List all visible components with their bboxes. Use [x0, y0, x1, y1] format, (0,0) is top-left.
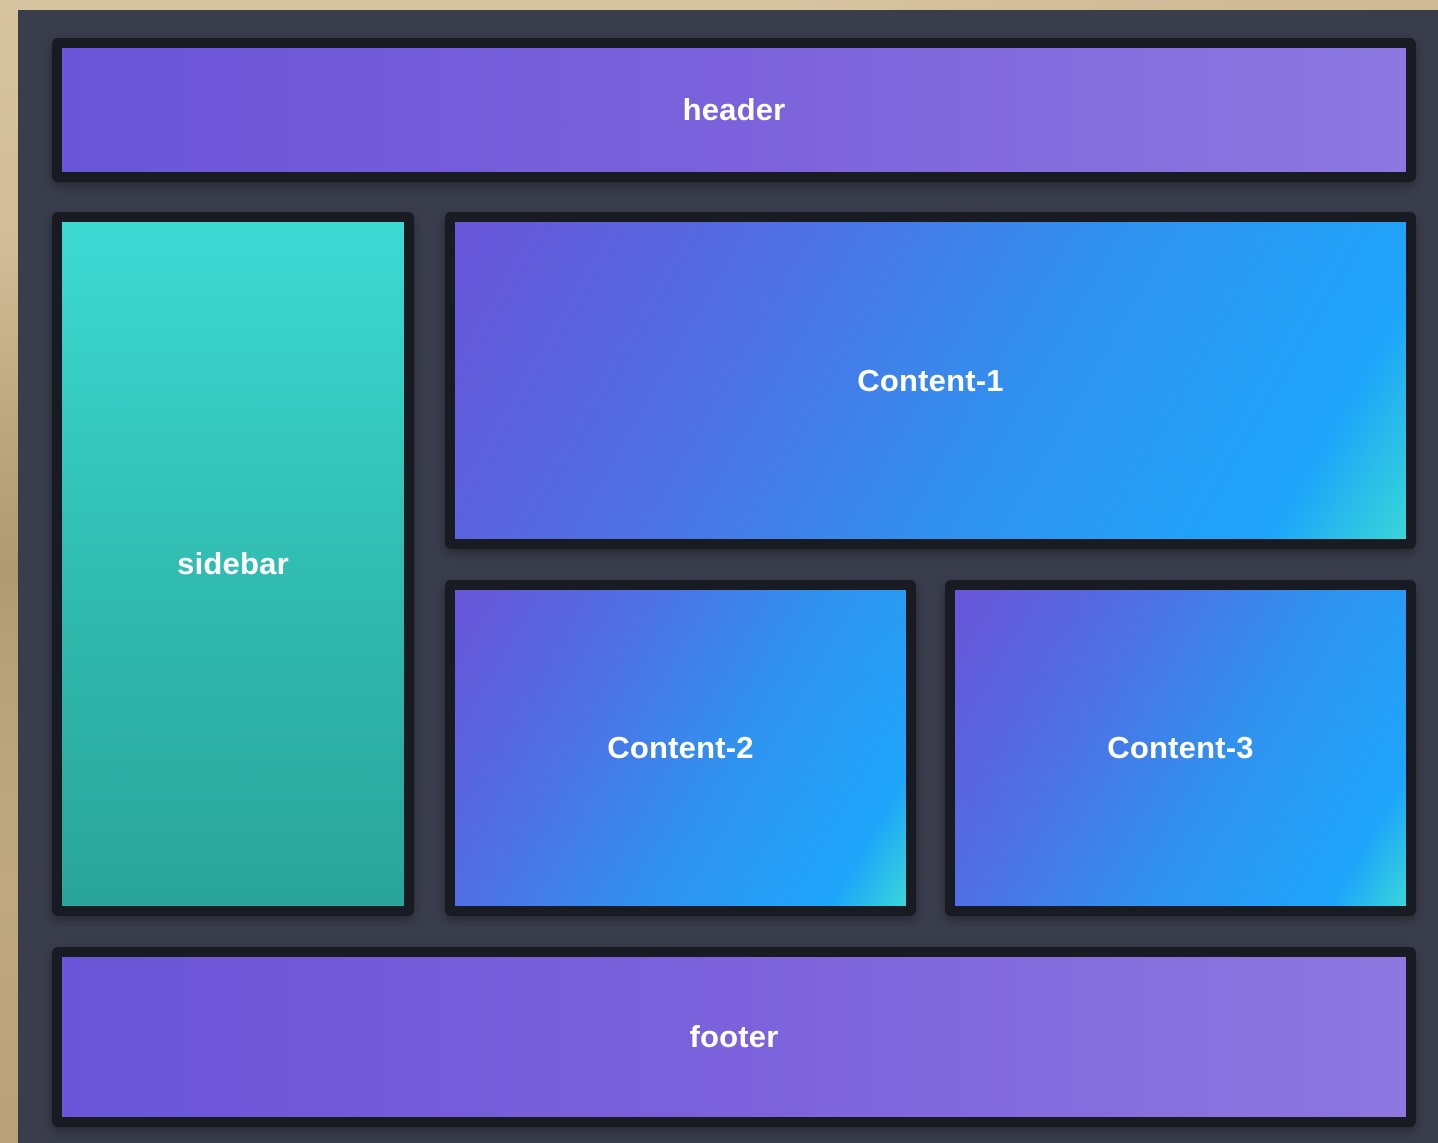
content-3-panel: Content-3	[945, 580, 1416, 916]
content-2-panel: Content-2	[445, 580, 916, 916]
footer-label: footer	[689, 1019, 779, 1054]
content-1-label: Content-1	[857, 362, 1004, 398]
header-label: header	[682, 92, 786, 127]
grid-layout-container: header sidebar Content-1 Content-2 Conte…	[18, 10, 1438, 1143]
content-2-label: Content-2	[607, 730, 754, 765]
sidebar-label: sidebar	[177, 546, 289, 581]
footer-panel: footer	[52, 947, 1416, 1127]
content-1-panel: Content-1	[445, 212, 1416, 549]
sidebar-panel: sidebar	[52, 212, 414, 916]
content-3-label: Content-3	[1107, 730, 1254, 765]
header-panel: header	[52, 38, 1416, 182]
